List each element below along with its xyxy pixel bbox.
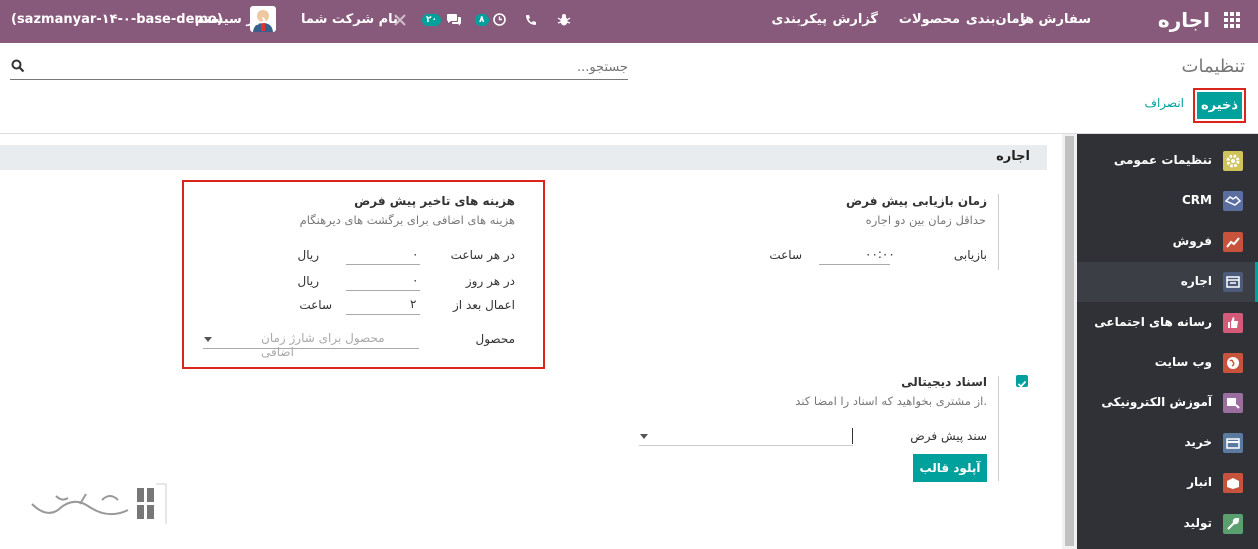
globe-icon <box>1223 353 1243 373</box>
settings-scrollbar[interactable] <box>1062 134 1077 549</box>
apply-after-input[interactable]: ۲ <box>346 297 420 315</box>
search-bar[interactable] <box>10 56 628 80</box>
handshake-icon <box>1223 191 1243 211</box>
control-panel: تنظیمات ذخیره انصراف <box>0 43 1258 134</box>
menu-schedule[interactable]: زمان‌بندی <box>966 0 1027 43</box>
sidebar-item-label: آموزش الکترونیکی <box>1101 395 1212 409</box>
product-select[interactable]: محصول برای شارژ زمان اضافی <box>203 331 419 359</box>
messages-menu[interactable]: ۲۰ <box>422 0 462 43</box>
sidebar-item-label: تنظیمات عمومی <box>1113 153 1212 167</box>
section-title: اجاره <box>996 149 1030 164</box>
box-icon <box>1223 473 1243 493</box>
text-cursor <box>852 428 853 444</box>
per-hour-label: در هر ساعت <box>450 248 515 262</box>
sidebar-item-manufacturing[interactable]: تولید <box>1077 504 1258 544</box>
section-header: اجاره <box>0 145 1047 170</box>
rental-icon <box>1223 272 1243 292</box>
padding-time-value: ۰۰:۰۰ <box>865 247 895 261</box>
sidebar-item-label: اجاره <box>1180 274 1212 288</box>
chart-icon <box>1223 232 1243 252</box>
database-name: (sazmanyar-۱۴-۰-base-demo) <box>11 12 223 27</box>
save-button-label: ذخیره <box>1197 92 1242 119</box>
delay-costs-desc: هزینه های اضافی برای برگشت های دیرهنگام <box>299 213 515 227</box>
top-navbar: اجاره سفارش ها زمان‌بندی محصولات گزارش پ… <box>0 0 1258 43</box>
delay-costs-title: هزینه های تاخیر پیش فرض <box>354 194 515 208</box>
default-doc-label: سند پیش فرض <box>910 429 987 443</box>
watermark-logo <box>31 483 167 524</box>
sidebar-item-crm[interactable]: CRM <box>1077 181 1258 221</box>
menu-configuration[interactable]: پیکربندی <box>772 0 827 43</box>
default-doc-select[interactable] <box>639 428 853 446</box>
phone-icon[interactable] <box>525 0 537 43</box>
upload-template-button[interactable]: آپلود قالب <box>913 454 987 482</box>
activities-badge: ۸ <box>475 13 489 26</box>
per-hour-value: ۰ <box>412 247 419 261</box>
menu-reporting[interactable]: گزارش <box>832 0 878 43</box>
sidebar-item-label: تولید <box>1183 516 1212 530</box>
sidebar-item-inventory[interactable]: انبار <box>1077 463 1258 503</box>
per-hour-unit: ریال <box>297 248 319 262</box>
per-day-value: ۰ <box>412 273 419 287</box>
sidebar-item-label: CRM <box>1182 193 1212 207</box>
sidebar-item-label: رسانه های اجتماعی <box>1094 315 1212 329</box>
save-button[interactable]: ذخیره <box>1193 88 1246 123</box>
thumbs-up-icon <box>1223 313 1243 333</box>
settings-sidebar: تنظیمات عمومی CRM فروش اجاره رسانه های ا… <box>1077 134 1258 549</box>
chevron-down-icon <box>640 434 648 439</box>
sidebar-item-purchase[interactable]: خرید <box>1077 423 1258 463</box>
per-day-unit: ریال <box>297 274 319 288</box>
messages-badge: ۲۰ <box>422 13 441 26</box>
app-title[interactable]: اجاره <box>1158 0 1210 43</box>
product-label: محصول <box>475 332 516 346</box>
page-title: تنظیمات <box>1181 56 1245 77</box>
padding-time-title: زمان بازیابی پیش فرض <box>845 194 987 208</box>
setting-divider <box>998 194 999 270</box>
apply-after-unit: ساعت <box>299 298 332 312</box>
menu-orders[interactable]: سفارش ها <box>1020 0 1091 43</box>
padding-time-label: بازیابی <box>953 248 987 262</box>
digital-docs-title: اسناد دیجیتالی <box>901 375 987 389</box>
padding-time-unit: ساعت <box>769 248 802 262</box>
chevron-down-icon <box>204 337 212 342</box>
per-day-input[interactable]: ۰ <box>346 273 420 291</box>
apply-after-label: اعمال بعد از <box>453 298 515 312</box>
sidebar-item-elearning[interactable]: آموزش الکترونیکی <box>1077 383 1258 423</box>
apply-after-value: ۲ <box>410 297 417 311</box>
activities-menu[interactable]: ۸ <box>475 0 506 43</box>
elearning-icon <box>1223 393 1243 413</box>
sidebar-item-label: انبار <box>1187 475 1212 489</box>
clock-icon <box>493 13 506 26</box>
setting-divider <box>998 376 999 481</box>
digital-docs-desc: از مشتری بخواهید که اسناد را امضا کند. <box>795 394 987 408</box>
card-icon <box>1223 433 1243 453</box>
per-hour-input[interactable]: ۰ <box>346 247 420 265</box>
sidebar-item-label: وب سایت <box>1154 355 1212 369</box>
debug-icon[interactable] <box>557 0 571 43</box>
sidebar-item-website[interactable]: وب سایت <box>1077 343 1258 383</box>
sidebar-item-label: خرید <box>1184 435 1212 449</box>
chat-icon <box>446 14 461 26</box>
sidebar-item-rental[interactable]: اجاره <box>1077 262 1258 302</box>
padding-time-input[interactable]: ۰۰:۰۰ <box>819 247 895 265</box>
apps-menu-icon[interactable] <box>1224 12 1240 28</box>
wrench-icon <box>1223 514 1243 534</box>
menu-products[interactable]: محصولات <box>899 0 960 43</box>
sidebar-item-social-media[interactable]: رسانه های اجتماعی <box>1077 303 1258 343</box>
search-input[interactable] <box>43 56 628 78</box>
company-switcher[interactable]: نام شرکت شما <box>301 0 398 43</box>
check-icon <box>1017 380 1027 388</box>
per-day-label: در هر روز <box>465 274 515 288</box>
sidebar-item-general-settings[interactable]: تنظیمات عمومی <box>1077 141 1258 181</box>
discard-button[interactable]: انصراف <box>1145 96 1184 110</box>
digital-docs-checkbox[interactable] <box>1016 375 1028 388</box>
sidebar-item-sales[interactable]: فروش <box>1077 222 1258 262</box>
scrollbar-thumb[interactable] <box>1065 136 1074 546</box>
search-icon[interactable] <box>11 59 25 73</box>
gear-icon <box>1223 151 1243 171</box>
product-placeholder: محصول برای شارژ زمان اضافی <box>261 331 385 359</box>
sidebar-item-label: فروش <box>1172 234 1212 248</box>
padding-time-desc: حداقل زمان بین دو اجاره <box>865 213 986 227</box>
